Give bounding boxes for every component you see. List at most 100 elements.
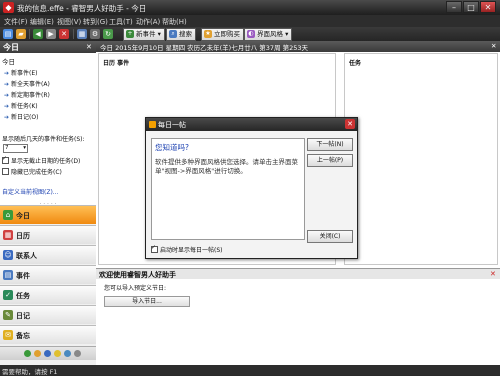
contacts-icon: ☺	[3, 250, 13, 260]
sidebar-link-new-diary[interactable]: ➔ 新日记(O)	[4, 112, 38, 121]
minimize-button[interactable]: –	[446, 1, 462, 13]
shortcut-config-icon[interactable]	[74, 350, 81, 357]
nav-today[interactable]: ⌂ 今日	[0, 205, 96, 224]
today-date: 今日 2015年9月10日 星期四 农历乙未年(羊)七月廿八 第37周 第253…	[100, 44, 309, 52]
show-unexpired-checkbox[interactable]: 显示无截止日期的任务(D)	[2, 155, 81, 165]
menu-edit[interactable]: 编辑(E)	[30, 17, 54, 27]
tip-content: 您知道吗? 软件提供多种界面风格供您选择。请单击主界面菜单"视图->界面风格"进…	[151, 138, 305, 240]
menu-goto[interactable]: 转到(G)	[83, 17, 108, 27]
sidebar-close-icon[interactable]: ✕	[86, 43, 92, 51]
prev-tip-button[interactable]: 上一帖(P)	[307, 154, 353, 167]
search-button[interactable]: ⌕ 搜索	[166, 28, 196, 41]
options-icon[interactable]: ⚙	[90, 29, 100, 39]
shortcut-today-icon[interactable]	[24, 350, 31, 357]
forward-icon[interactable]: ▶	[46, 29, 56, 39]
nav-calendar[interactable]: ▦ 日历	[0, 225, 96, 244]
nav-memo[interactable]: ✉ 备忘	[0, 325, 96, 344]
sidebar-link-new-event[interactable]: ➔ 新事件(E)	[4, 68, 38, 77]
welcome-close-icon[interactable]: ✕	[490, 270, 496, 278]
chevron-down-icon: ▾	[23, 145, 26, 151]
tip-text: 软件提供多种界面风格供您选择。请单击主界面菜单"视图->界面风格"进行切换。	[155, 158, 298, 175]
close-button[interactable]: ✕	[480, 1, 496, 13]
shortcut-calendar-icon[interactable]	[34, 350, 41, 357]
new-event-label: 新事件	[136, 30, 156, 38]
link-label: 新事件(E)	[11, 70, 38, 77]
dialog-title-bar[interactable]: 每日一帖 ✕	[146, 118, 357, 131]
nav-contacts[interactable]: ☺ 联系人	[0, 245, 96, 264]
checkbox-icon	[2, 155, 9, 164]
skin-button[interactable]: ◐ 界面风格 ▾	[244, 28, 293, 41]
events-column-header: 日历 事件	[103, 58, 129, 67]
main-close-icon[interactable]: ✕	[491, 42, 496, 50]
nav-diary[interactable]: ✎ 日记	[0, 305, 96, 324]
menu-tools[interactable]: 工具(T)	[109, 17, 133, 27]
open-folder-icon[interactable]: ▰	[16, 29, 26, 39]
menu-bar: 文件(F) 编辑(E) 视图(V) 转到(G) 工具(T) 动作(A) 帮助(H…	[0, 15, 500, 27]
checkbox-label: 显示无截止日期的任务(D)	[11, 158, 81, 165]
nav-label: 联系人	[16, 252, 37, 260]
sidebar-link-new-allday-event[interactable]: ➔ 新全天事件(A)	[4, 79, 50, 88]
import-hint: 您可以导入预定义节日:	[104, 285, 167, 292]
checkbox-icon	[151, 244, 158, 253]
back-icon[interactable]: ◀	[33, 29, 43, 39]
next-tip-button[interactable]: 下一帖(N)	[307, 138, 353, 151]
nav-label: 日记	[16, 312, 30, 320]
menu-help[interactable]: 帮助(H)	[162, 17, 187, 27]
shortcut-search-icon[interactable]	[64, 350, 71, 357]
arrow-icon: ➔	[4, 114, 10, 121]
refresh-icon[interactable]: ↻	[103, 29, 113, 39]
home-icon: ⌂	[3, 210, 13, 220]
maximize-button[interactable]: □	[463, 1, 479, 13]
menu-view[interactable]: 视图(V)	[57, 17, 81, 27]
title-bar: ◆ 我的信息.effe - 睿智男人好助手 - 今日 – □ ✕	[0, 0, 500, 15]
checkbox-icon	[2, 168, 9, 175]
hide-completed-checkbox[interactable]: 隐藏已完成任务(C)	[2, 167, 62, 176]
tip-icon	[149, 121, 156, 128]
delete-icon[interactable]: ✕	[59, 29, 69, 39]
customize-view-link[interactable]: 自定义当前视图(Z)...	[2, 187, 59, 196]
buy-now-label: 立即购买	[214, 30, 240, 38]
nav-tasks[interactable]: ✓ 任务	[0, 285, 96, 304]
nav-label: 任务	[16, 292, 30, 300]
search-icon: ⌕	[169, 30, 177, 38]
nav-label: 今日	[16, 212, 30, 220]
date-bar: 今日 2015年9月10日 星期四 农历乙未年(羊)七月廿八 第37周 第253…	[96, 41, 500, 52]
nav-events[interactable]: ▤ 事件	[0, 265, 96, 284]
sidebar-title: 今日	[3, 43, 19, 52]
arrow-icon: ➔	[4, 92, 10, 99]
calendar-icon: ▦	[3, 230, 13, 240]
new-file-icon[interactable]: ▤	[3, 29, 13, 39]
link-label: 新全天事件(A)	[11, 81, 50, 88]
shortcut-contacts-icon[interactable]	[44, 350, 51, 357]
menu-action[interactable]: 动作(A)	[136, 17, 160, 27]
sidebar: 今日 ✕ 今日 ➔ 新事件(E) ➔ 新全天事件(A) ➔ 新定期事件(R) ➔ 新任务…	[0, 41, 96, 365]
days-value: 7	[5, 145, 9, 151]
sidebar-link-new-recurring-event[interactable]: ➔ 新定期事件(R)	[4, 90, 50, 99]
tasks-header: 任务	[349, 60, 362, 67]
dialog-close-button[interactable]: ✕	[345, 119, 355, 129]
menu-file[interactable]: 文件(F)	[4, 17, 28, 27]
checkbox-label: 隐藏已完成任务(C)	[11, 169, 62, 176]
tasks-pane[interactable]: 任务	[344, 53, 498, 265]
arrow-icon: ➔	[4, 103, 10, 110]
tip-dialog: 每日一帖 ✕ 您知道吗? 软件提供多种界面风格供您选择。请单击主界面菜单"视图-…	[145, 117, 358, 259]
events-header: 事件	[117, 60, 130, 67]
diary-icon: ✎	[3, 310, 13, 320]
nav-label: 事件	[16, 272, 30, 280]
buy-now-button[interactable]: ★ 立即购买	[201, 28, 244, 41]
link-label: 新定期事件(R)	[11, 92, 50, 99]
days-select[interactable]: 7 ▾	[3, 144, 28, 153]
dialog-close-tip-button[interactable]: 关闭(C)	[307, 230, 353, 243]
dialog-title: 每日一帖	[158, 121, 186, 129]
sidebar-link-new-task[interactable]: ➔ 新任务(K)	[4, 101, 38, 110]
sidebar-header: 今日 ✕	[0, 41, 96, 53]
tasks-icon: ✓	[3, 290, 13, 300]
show-on-startup-checkbox[interactable]: 启动时显示每日一帖(S)	[151, 244, 223, 254]
arrow-icon: ➔	[4, 70, 10, 77]
new-event-button[interactable]: + 新事件 ▾	[123, 28, 165, 41]
shortcut-memo-icon[interactable]	[54, 350, 61, 357]
import-holidays-button[interactable]: 导入节日...	[104, 296, 190, 307]
skin-icon: ◐	[247, 30, 255, 38]
print-icon[interactable]: ▦	[77, 29, 87, 39]
status-bar: 需要帮助，请按 F1	[0, 365, 500, 376]
